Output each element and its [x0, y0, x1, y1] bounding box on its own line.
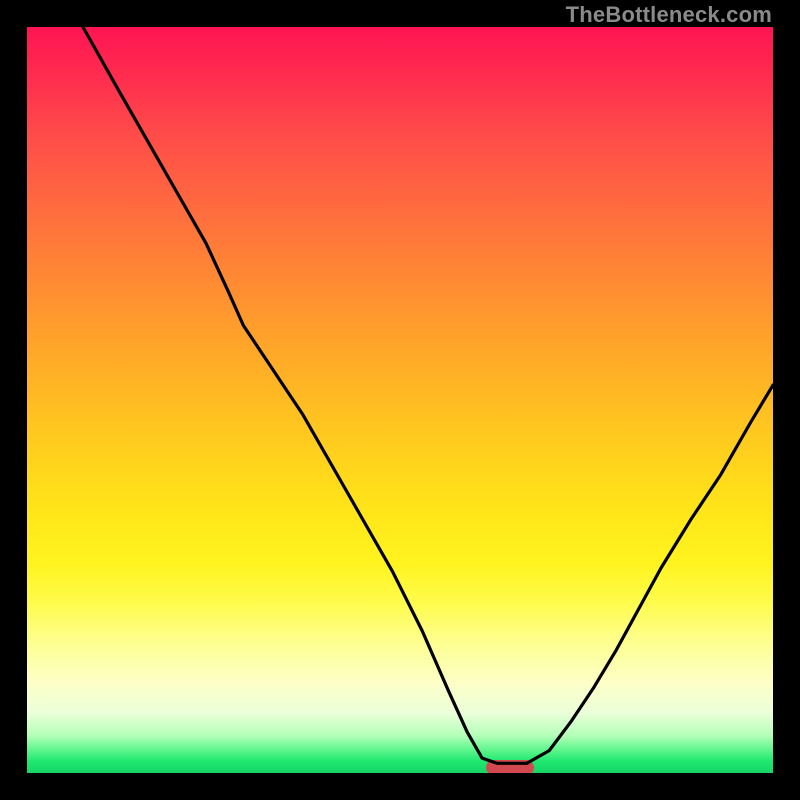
- optimal-point-marker: [486, 760, 534, 773]
- heat-gradient-background: [27, 27, 773, 773]
- watermark-label: TheBottleneck.com: [566, 2, 772, 28]
- chart-frame: TheBottleneck.com: [0, 0, 800, 800]
- plot-area: [27, 27, 773, 773]
